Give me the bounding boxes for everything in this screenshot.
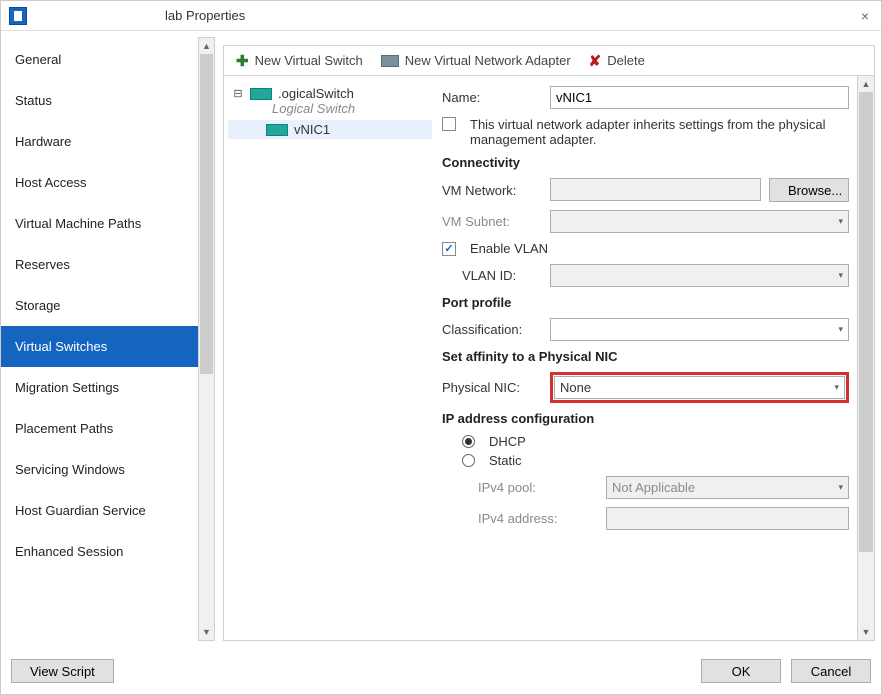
- vm-subnet-label: VM Subnet:: [442, 214, 542, 229]
- sidebar-item-label: Servicing Windows: [15, 462, 125, 477]
- sidebar: General Status Hardware Host Access Virt…: [1, 31, 198, 647]
- ipv4-pool-label: IPv4 pool:: [478, 480, 598, 495]
- sidebar-item-host-access[interactable]: Host Access: [1, 162, 198, 203]
- vm-network-input[interactable]: [550, 178, 761, 201]
- sidebar-item-placement-paths[interactable]: Placement Paths: [1, 408, 198, 449]
- physical-nic-dropdown[interactable]: None ▾: [554, 376, 845, 399]
- collapse-icon[interactable]: ⊟: [232, 87, 244, 100]
- ipv4-address-label: IPv4 address:: [478, 511, 598, 526]
- tree-vnic-row[interactable]: vNIC1: [228, 120, 432, 139]
- scroll-thumb[interactable]: [859, 92, 873, 552]
- enable-vlan-checkbox[interactable]: [442, 242, 456, 256]
- vm-network-label: VM Network:: [442, 183, 542, 198]
- browse-button[interactable]: Browse...: [769, 178, 849, 202]
- sidebar-item-hardware[interactable]: Hardware: [1, 121, 198, 162]
- ok-button[interactable]: OK: [701, 659, 781, 683]
- dhcp-radio[interactable]: [462, 435, 475, 448]
- switch-tree: ⊟ .ogicalSwitch Logical Switch vNIC1: [224, 76, 436, 640]
- sidebar-item-label: Placement Paths: [15, 421, 113, 436]
- sidebar-item-label: Status: [15, 93, 52, 108]
- chevron-down-icon: ▾: [838, 324, 843, 335]
- toolbar-label: New Virtual Network Adapter: [405, 53, 571, 68]
- delete-icon: ✘: [589, 52, 602, 70]
- ip-config-header: IP address configuration: [442, 411, 849, 426]
- ipv4-pool-dropdown: Not Applicable ▾: [606, 476, 849, 499]
- name-input[interactable]: [550, 86, 849, 109]
- close-icon[interactable]: ×: [857, 8, 873, 24]
- properties-form: Name: This virtual network adapter inher…: [436, 76, 857, 640]
- delete-button[interactable]: ✘ Delete: [583, 50, 651, 72]
- physical-nic-value: None: [560, 380, 591, 395]
- sidebar-item-label: Enhanced Session: [15, 544, 123, 559]
- ipv4-address-input: [606, 507, 849, 530]
- scroll-thumb[interactable]: [200, 54, 213, 374]
- connectivity-header: Connectivity: [442, 155, 849, 170]
- sidebar-item-label: Host Access: [15, 175, 87, 190]
- enable-vlan-label: Enable VLAN: [470, 241, 548, 256]
- sidebar-item-reserves[interactable]: Reserves: [1, 244, 198, 285]
- classification-label: Classification:: [442, 322, 542, 337]
- sidebar-item-host-guardian[interactable]: Host Guardian Service: [1, 490, 198, 531]
- sidebar-item-label: Virtual Machine Paths: [15, 216, 141, 231]
- tree-switch-type: Logical Switch: [228, 101, 432, 116]
- new-virtual-network-adapter-button[interactable]: New Virtual Network Adapter: [375, 51, 577, 70]
- vnic-icon: [266, 124, 288, 136]
- classification-dropdown[interactable]: ▾: [550, 318, 849, 341]
- sidebar-item-label: Host Guardian Service: [15, 503, 146, 518]
- view-script-button[interactable]: View Script: [11, 659, 114, 683]
- tree-vnic-label: vNIC1: [294, 122, 330, 137]
- nic-icon: [381, 55, 399, 67]
- chevron-down-icon: ▾: [834, 382, 839, 393]
- vlan-id-label: VLAN ID:: [462, 268, 542, 283]
- new-virtual-switch-button[interactable]: ✚ New Virtual Switch: [230, 50, 369, 72]
- sidebar-item-label: Virtual Switches: [15, 339, 107, 354]
- sidebar-item-label: Migration Settings: [15, 380, 119, 395]
- sidebar-item-label: Reserves: [15, 257, 70, 272]
- dhcp-label: DHCP: [489, 434, 526, 449]
- inherit-label: This virtual network adapter inherits se…: [470, 117, 849, 147]
- toolbar-label: New Virtual Switch: [255, 53, 363, 68]
- scroll-down-icon[interactable]: ▼: [199, 624, 214, 640]
- sidebar-item-label: Hardware: [15, 134, 71, 149]
- chevron-down-icon: ▾: [838, 216, 843, 227]
- window-title: lab Properties: [165, 8, 245, 23]
- toolbar-label: Delete: [607, 53, 645, 68]
- static-label: Static: [489, 453, 522, 468]
- sidebar-item-label: General: [15, 52, 61, 67]
- sidebar-item-vm-paths[interactable]: Virtual Machine Paths: [1, 203, 198, 244]
- form-scrollbar[interactable]: ▲ ▼: [857, 76, 874, 640]
- chevron-down-icon: ▾: [838, 270, 843, 281]
- chevron-down-icon: ▾: [838, 482, 843, 493]
- sidebar-item-storage[interactable]: Storage: [1, 285, 198, 326]
- sidebar-item-enhanced-session[interactable]: Enhanced Session: [1, 531, 198, 572]
- ipv4-pool-value: Not Applicable: [612, 480, 695, 495]
- scroll-down-icon[interactable]: ▼: [858, 624, 874, 640]
- sidebar-item-migration-settings[interactable]: Migration Settings: [1, 367, 198, 408]
- sidebar-scrollbar[interactable]: ▲ ▼: [198, 37, 215, 641]
- app-icon: [9, 7, 27, 25]
- scroll-up-icon[interactable]: ▲: [858, 76, 874, 92]
- static-radio[interactable]: [462, 454, 475, 467]
- plus-icon: ✚: [236, 52, 249, 70]
- footer: View Script OK Cancel: [1, 647, 881, 695]
- cancel-button[interactable]: Cancel: [791, 659, 871, 683]
- sidebar-item-servicing-windows[interactable]: Servicing Windows: [1, 449, 198, 490]
- tree-switch-label: .ogicalSwitch: [278, 86, 354, 101]
- inherit-checkbox[interactable]: [442, 117, 456, 131]
- vlan-id-dropdown[interactable]: ▾: [550, 264, 849, 287]
- affinity-header: Set affinity to a Physical NIC: [442, 349, 849, 364]
- vm-subnet-dropdown: ▾: [550, 210, 849, 233]
- port-profile-header: Port profile: [442, 295, 849, 310]
- sidebar-item-status[interactable]: Status: [1, 80, 198, 121]
- scroll-up-icon[interactable]: ▲: [199, 38, 214, 54]
- physical-nic-label: Physical NIC:: [442, 380, 542, 395]
- title-bar: lab Properties ×: [1, 1, 881, 31]
- sidebar-item-general[interactable]: General: [1, 39, 198, 80]
- sidebar-item-label: Storage: [15, 298, 61, 313]
- sidebar-item-virtual-switches[interactable]: Virtual Switches: [1, 326, 198, 367]
- switch-icon: [250, 88, 272, 100]
- name-label: Name:: [442, 90, 542, 105]
- toolbar: ✚ New Virtual Switch New Virtual Network…: [224, 46, 874, 76]
